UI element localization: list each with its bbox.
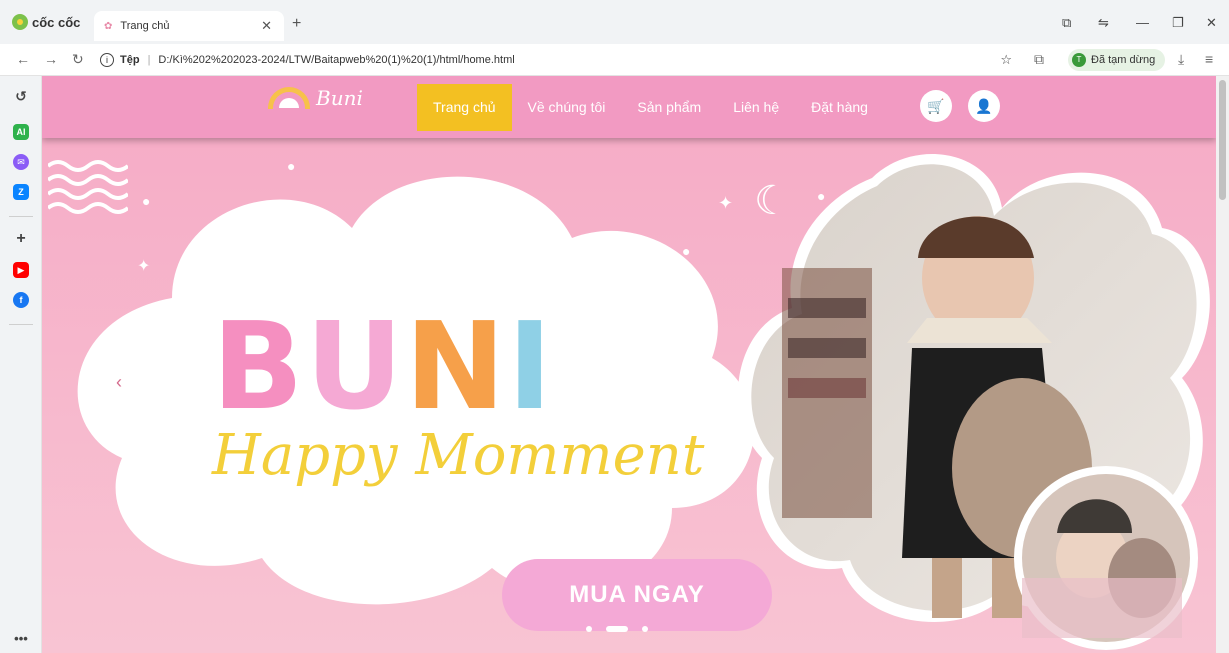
site-favicon-icon: ✿ — [104, 20, 113, 32]
add-icon[interactable]: + — [13, 231, 29, 247]
reading-mode-icon[interactable]: ⧉ — [1062, 15, 1071, 31]
profile-status: Đã tạm dừng — [1091, 54, 1156, 66]
history-icon[interactable]: ↺ — [13, 88, 29, 104]
address-bar[interactable]: i Tệp | D:/Kì%202%202023-2024/LTW/Baitap… — [100, 47, 1020, 73]
prev-slide-arrow-icon[interactable]: ‹ — [102, 366, 136, 400]
address-toolbar: ← → ↻ i Tệp | D:/Kì%202%202023-2024/LTW/… — [0, 44, 1229, 76]
site-logo[interactable]: Buni — [268, 86, 363, 110]
profile-avatar: T — [1072, 53, 1086, 67]
sidebar-divider — [9, 216, 33, 217]
star-icon: ✦ — [137, 258, 151, 275]
url-separator: | — [147, 54, 151, 66]
tab-search-icon[interactable]: ⇋ — [1098, 15, 1109, 31]
coccoc-logo-icon — [12, 14, 28, 30]
nav-trang-chu[interactable]: Trang chủ — [417, 84, 512, 131]
ai-icon[interactable]: AI — [13, 124, 29, 140]
slide-dot-2[interactable] — [606, 626, 628, 632]
new-tab-button[interactable]: + — [292, 15, 301, 33]
youtube-icon[interactable]: ▶ — [13, 262, 29, 278]
tab-trang-chu[interactable]: ✿ Trang chủ ✕ — [94, 11, 284, 41]
messenger-icon[interactable]: ✉ — [13, 154, 29, 170]
star-icon: ● — [682, 243, 691, 259]
back-icon[interactable]: ← — [16, 51, 30, 67]
more-icon[interactable]: ••• — [13, 631, 29, 647]
hero-slider: ● ● ✦ ● ✦ ☾ ● BUNI Happy Momment MUA NGA… — [42, 138, 1216, 653]
profile-button[interactable]: T Đã tạm dừng — [1068, 49, 1166, 71]
zalo-icon[interactable]: Z — [13, 184, 29, 200]
browser-tabbar: cốc cốc ✿ Trang chủ ✕ + ⧉ ⇋ — ❐ ✕ — [0, 0, 1229, 44]
star-icon: ● — [287, 158, 296, 174]
reload-icon[interactable]: ↻ — [72, 51, 84, 68]
minimize-icon[interactable]: — — [1136, 15, 1149, 30]
page-scrollbar[interactable] — [1216, 76, 1229, 653]
site-info-icon[interactable]: i — [100, 53, 114, 67]
user-icon[interactable]: 👤 — [968, 90, 1000, 122]
bookmark-star-icon[interactable]: ☆ — [1000, 52, 1012, 68]
hero-photo — [738, 154, 1210, 650]
url-text[interactable]: D:/Kì%202%202023-2024/LTW/Baitapweb%20(1… — [158, 54, 514, 66]
restore-icon[interactable]: ❐ — [1172, 15, 1184, 31]
url-scheme: Tệp — [120, 54, 140, 66]
facebook-icon[interactable]: f — [13, 292, 29, 308]
browser-sidebar: ↺ AI ✉ Z + ▶ f ••• — [0, 76, 42, 653]
forward-icon[interactable]: → — [44, 51, 58, 67]
extensions-icon[interactable]: ⧉ — [1034, 51, 1044, 68]
slider-indicators — [586, 626, 648, 632]
logo-text: Buni — [316, 86, 363, 110]
hero-letter-u: U — [305, 298, 405, 437]
site-header: Buni Trang chủ Về chúng tôi Sản phẩm Liê… — [42, 76, 1216, 138]
hero-letter-n: N — [404, 298, 508, 437]
nav-dat-hang[interactable]: Đặt hàng — [795, 84, 884, 131]
hero-letter-i: I — [507, 298, 555, 437]
browser-brand-label: cốc cốc — [32, 14, 81, 30]
hero-title: BUNI — [212, 308, 554, 428]
nav-ve-chung-toi[interactable]: Về chúng tôi — [512, 84, 622, 131]
slide-dot-1[interactable] — [586, 626, 592, 632]
main-nav: Trang chủ Về chúng tôi Sản phẩm Liên hệ … — [417, 84, 884, 131]
nav-lien-he[interactable]: Liên hệ — [717, 84, 795, 131]
download-icon[interactable]: ⤓ — [1178, 51, 1184, 68]
web-page: Buni Trang chủ Về chúng tôi Sản phẩm Liê… — [42, 76, 1216, 653]
slide-dot-3[interactable] — [642, 626, 648, 632]
rainbow-logo-icon — [268, 87, 310, 109]
close-window-icon[interactable]: ✕ — [1206, 15, 1217, 31]
browser-brand[interactable]: cốc cốc — [12, 14, 80, 30]
hero-letter-b: B — [212, 298, 306, 437]
hero-tagline: Happy Momment — [212, 423, 705, 488]
close-tab-icon[interactable]: ✕ — [261, 18, 272, 34]
sidebar-divider — [9, 324, 33, 325]
tab-title: Trang chủ — [120, 20, 170, 32]
cart-icon[interactable]: 🛒 — [920, 90, 952, 122]
menu-icon[interactable]: ≡ — [1205, 51, 1213, 67]
star-icon: ● — [142, 193, 151, 209]
nav-san-pham[interactable]: Sản phẩm — [621, 84, 717, 131]
scrollbar-thumb[interactable] — [1219, 80, 1226, 200]
